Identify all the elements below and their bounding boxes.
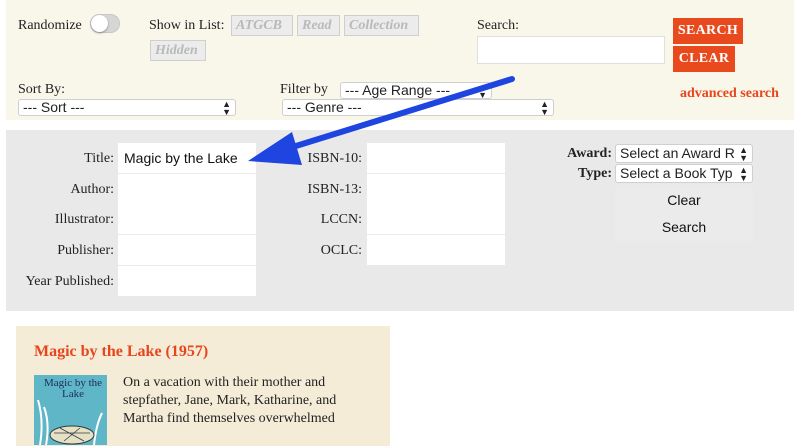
annotation-arrow-icon xyxy=(248,76,515,165)
